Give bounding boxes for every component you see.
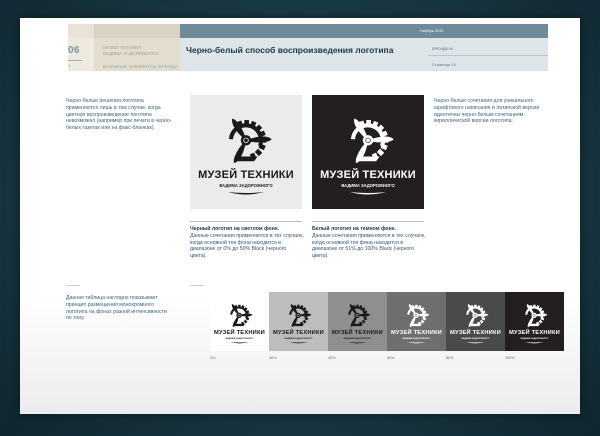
propeller-gear-icon xyxy=(525,304,548,328)
caption-divider-light xyxy=(190,221,302,222)
logo-subtitle: ВАДИМА ЗАДОРОЖНОГО xyxy=(402,337,431,340)
logo-name: МУЗЕЙ ТЕХНИКИ xyxy=(198,169,294,181)
propeller-gear-icon xyxy=(407,304,430,328)
chapter-subtitle: Базовые элементы бренда xyxy=(103,64,179,69)
logo-subtitle: ВАДИМА ЗАДОРОЖНОГО xyxy=(225,337,254,340)
logo-name: МУЗЕЙ ТЕХНИКИ xyxy=(214,330,265,337)
logo-name: МУЗЕЙ ТЕХНИКИ xyxy=(273,330,324,337)
propeller-gear-icon xyxy=(230,304,253,328)
document-label: Брендбук xyxy=(432,46,453,51)
logo-name: МУЗЕЙ ТЕХНИКИ xyxy=(509,330,560,337)
section-number: 06 xyxy=(68,45,80,56)
logo-swoosh-icon xyxy=(466,342,485,344)
tone-percent-label: 40% xyxy=(328,356,336,360)
logo-name: МУЗЕЙ ТЕХНИКИ xyxy=(320,169,416,181)
logo-name: МУЗЕЙ ТЕХНИКИ xyxy=(450,330,501,337)
chapter-title-line2: Вадима Задорожного xyxy=(103,50,159,56)
bottom-divider-strip xyxy=(190,285,204,286)
intro-text: Черно-белые решения логотипа применяются… xyxy=(66,98,172,132)
logo-name: МУЗЕЙ ТЕХНИКИ xyxy=(332,330,383,337)
header-band-accent-corner xyxy=(68,24,94,38)
tone-tile-logo: МУЗЕЙ ТЕХНИКИ ВАДИМА ЗАДОРОЖНОГО xyxy=(210,292,269,351)
propeller-gear-icon xyxy=(348,304,371,328)
tone-percent-label: 80% xyxy=(446,356,454,360)
header-right-divider xyxy=(428,55,548,56)
caption-divider-dark xyxy=(312,221,424,222)
tone-tile: МУЗЕЙ ТЕХНИКИ ВАДИМА ЗАДОРОЖНОГО xyxy=(269,292,328,351)
logo-subtitle: ВАДИМА ЗАДОРОЖНОГО xyxy=(461,337,490,340)
latin-version-text: Черно-белые сочетания для уникального шр… xyxy=(434,98,540,125)
tone-tile: МУЗЕЙ ТЕХНИКИ ВАДИМА ЗАДОРОЖНОГО xyxy=(210,292,269,351)
logo-swoosh-icon xyxy=(289,342,308,344)
logo-swoosh-icon xyxy=(228,192,264,195)
logo-swoosh-icon xyxy=(230,342,249,344)
tone-tile-logo: МУЗЕЙ ТЕХНИКИ ВАДИМА ЗАДОРОЖНОГО xyxy=(505,292,564,351)
logo-subtitle: ВАДИМА ЗАДОРОЖНОГО xyxy=(219,183,273,188)
propeller-gear-icon xyxy=(466,304,489,328)
museum-logo-white: МУЗЕЙ ТЕХНИКИ ВАДИМА ЗАДОРОЖНОГО xyxy=(312,95,424,209)
logo-subtitle: ВАДИМА ЗАДОРОЖНОГО xyxy=(284,337,313,340)
tone-tile: МУЗЕЙ ТЕХНИКИ ВАДИМА ЗАДОРОЖНОГО xyxy=(446,292,505,351)
logo-swoosh-icon xyxy=(348,342,367,344)
caption-light: Черный логотип на светлом фоне. Данные с… xyxy=(190,226,304,260)
tone-percent-label: 0% xyxy=(210,356,216,360)
logo-panel-light: МУЗЕЙ ТЕХНИКИ ВАДИМА ЗАДОРОЖНОГО xyxy=(190,95,302,209)
logo-swoosh-icon xyxy=(525,342,544,344)
page-label: Страница 19 xyxy=(432,62,456,67)
page-marker: 1 xyxy=(68,63,71,68)
logo-name: МУЗЕЙ ТЕХНИКИ xyxy=(391,330,442,337)
caption-dark: Белый логотип на темном фоне. Данные соч… xyxy=(312,226,426,260)
logo-subtitle: ВАДИМА ЗАДОРОЖНОГО xyxy=(520,337,549,340)
museum-logo-black: МУЗЕЙ ТЕХНИКИ ВАДИМА ЗАДОРОЖНОГО xyxy=(190,95,302,209)
propeller-gear-icon xyxy=(350,118,394,164)
caption-dark-body: Данные сочетания применяются в тех случа… xyxy=(312,232,426,260)
bottom-divider-left xyxy=(66,285,80,286)
logo-panel-dark: МУЗЕЙ ТЕХНИКИ ВАДИМА ЗАДОРОЖНОГО xyxy=(312,95,424,209)
caption-light-title: Черный логотип на светлом фоне. xyxy=(190,226,280,232)
page-title: Черно-белый способ воспроизведения логот… xyxy=(186,45,394,55)
tone-percent-label: 30% xyxy=(269,356,277,360)
brandbook-page: Ноябрь 2011 06 1 Музей техники Вадима За… xyxy=(20,18,580,414)
tone-tile-logo: МУЗЕЙ ТЕХНИКИ ВАДИМА ЗАДОРОЖНОГО xyxy=(387,292,446,351)
logo-subtitle: ВАДИМА ЗАДОРОЖНОГО xyxy=(341,183,395,188)
tone-tile: МУЗЕЙ ТЕХНИКИ ВАДИМА ЗАДОРОЖНОГО xyxy=(387,292,446,351)
logo-swoosh-icon xyxy=(407,342,426,344)
header-date: Ноябрь 2011 xyxy=(420,28,444,33)
chapter-title: Музей техники Вадима Задорожного xyxy=(103,45,159,56)
tone-table-text: Данная таблица наглядно показывает принц… xyxy=(66,295,167,322)
logo-swoosh-icon xyxy=(350,192,386,195)
tone-percent-label: 60% xyxy=(387,356,395,360)
propeller-gear-icon xyxy=(289,304,312,328)
tone-tile-logo: МУЗЕЙ ТЕХНИКИ ВАДИМА ЗАДОРОЖНОГО xyxy=(269,292,328,351)
tone-tile-logo: МУЗЕЙ ТЕХНИКИ ВАДИМА ЗАДОРОЖНОГО xyxy=(328,292,387,351)
tone-percent-label: 100% xyxy=(505,356,515,360)
logo-subtitle: ВАДИМА ЗАДОРОЖНОГО xyxy=(343,337,372,340)
tone-tile: МУЗЕЙ ТЕХНИКИ ВАДИМА ЗАДОРОЖНОГО xyxy=(505,292,564,351)
tone-tile: МУЗЕЙ ТЕХНИКИ ВАДИМА ЗАДОРОЖНОГО xyxy=(328,292,387,351)
propeller-gear-icon xyxy=(228,118,272,164)
tone-tile-logo: МУЗЕЙ ТЕХНИКИ ВАДИМА ЗАДОРОЖНОГО xyxy=(446,292,505,351)
caption-light-body: Данные сочетания применяются в тех случа… xyxy=(190,232,304,260)
caption-dark-title: Белый логотип на темном фоне. xyxy=(312,226,397,232)
section-divider xyxy=(68,60,82,61)
